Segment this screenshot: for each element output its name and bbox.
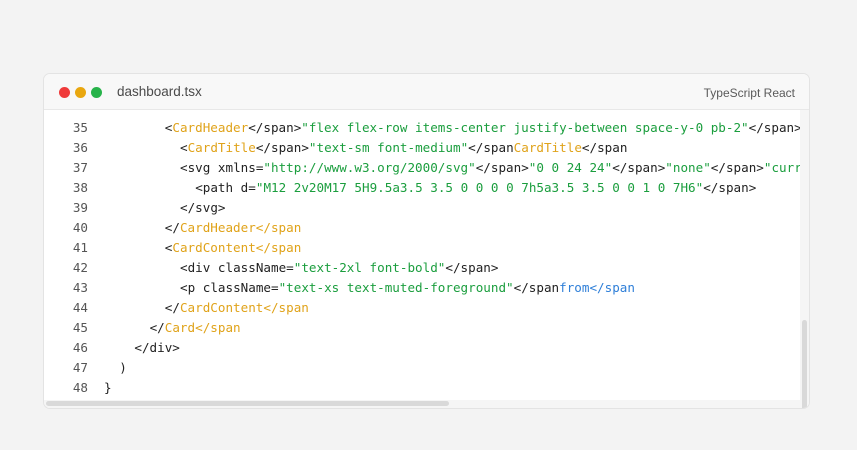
line-number: 44 — [72, 300, 88, 315]
code-token: CardTitle — [187, 140, 256, 155]
code-text: </div> — [134, 338, 180, 358]
line-number: 48 — [72, 380, 88, 395]
code-token: </span — [589, 280, 635, 295]
code-text: </svg> — [180, 198, 226, 218]
code-token: </ — [149, 320, 165, 335]
code-token: </span — [468, 140, 514, 155]
file-name: dashboard.tsx — [117, 84, 202, 99]
title-bar: dashboard.tsx TypeScript React — [44, 74, 809, 110]
code-token: from — [559, 280, 590, 295]
language-label: TypeScript React — [703, 86, 795, 100]
code-line: 39 </svg> — [44, 198, 802, 218]
code-line: 48} — [44, 378, 802, 398]
code-token: </span> — [475, 160, 529, 175]
line-number: 41 — [72, 240, 88, 255]
code-line: 38 <path d="M12 2v20M17 5H9.5a3.5 3.5 0 0… — [44, 178, 802, 198]
line-number: 45 — [72, 320, 88, 335]
code-line: 42 <div className="text-2xl font-bold"</s… — [44, 258, 802, 278]
code-token: </svg> — [180, 200, 226, 215]
close-window-button[interactable] — [59, 87, 70, 98]
code-text: <CardTitle</span>"text-sm font-medium"</… — [180, 138, 627, 158]
vertical-scrollbar[interactable] — [800, 110, 809, 408]
code-token: "text-2xl font-bold" — [293, 260, 446, 275]
code-text: </CardHeader</span — [165, 218, 302, 238]
code-token: "M12 2v20M17 5H9.5a3.5 3.5 0 0 0 0 7h5a3… — [255, 180, 704, 195]
line-number: 43 — [72, 280, 88, 295]
code-token: CardContent — [179, 300, 264, 315]
code-token: } — [104, 380, 112, 395]
line-number: 36 — [72, 140, 88, 155]
code-token: "http://www.w3.org/2000/svg" — [263, 160, 476, 175]
line-number: 46 — [72, 340, 88, 355]
code-token: </span> — [748, 120, 802, 135]
code-text: <path d="M12 2v20M17 5H9.5a3.5 3.5 0 0 0… — [195, 178, 756, 198]
code-token: CardHeader — [172, 120, 249, 135]
code-token: </span> — [710, 160, 764, 175]
code-token: "none" — [665, 160, 711, 175]
code-line: 44 </CardContent</span — [44, 298, 802, 318]
code-text: } — [104, 378, 112, 398]
code-token: CardHeader — [179, 220, 256, 235]
minimize-window-button[interactable] — [75, 87, 86, 98]
code-token: </span — [255, 220, 302, 235]
line-number: 40 — [72, 220, 88, 235]
code-token: </span — [195, 320, 241, 335]
code-token: "text-xs text-muted-foreground" — [278, 280, 514, 295]
code-text: <CardHeader</span>"flex flex-row items-c… — [165, 118, 802, 138]
vertical-scroll-thumb[interactable] — [802, 320, 807, 408]
code-line: 36 <CardTitle</span>"text-sm font-medium"… — [44, 138, 802, 158]
code-token: "text-sm font-medium" — [308, 140, 469, 155]
code-line: 40 </CardHeader</span — [44, 218, 802, 238]
code-token: Card — [164, 320, 196, 335]
code-token: </span> — [255, 140, 309, 155]
code-token: CardTitle — [513, 140, 582, 155]
maximize-window-button[interactable] — [91, 87, 102, 98]
code-token: < — [180, 140, 188, 155]
code-token: </ — [164, 220, 180, 235]
line-number: 42 — [72, 260, 88, 275]
code-text: ) — [119, 358, 127, 378]
horizontal-scroll-thumb[interactable] — [46, 401, 449, 406]
horizontal-scrollbar[interactable] — [44, 400, 802, 408]
code-text: <CardContent</span — [165, 238, 302, 258]
code-line: 45 </Card</span — [44, 318, 802, 338]
code-token: </div> — [134, 340, 180, 355]
code-token: </ — [164, 300, 180, 315]
code-line: 41 <CardContent</span — [44, 238, 802, 258]
code-token: </span — [513, 280, 560, 295]
code-token: </span> — [445, 260, 499, 275]
code-token: </span> — [248, 120, 302, 135]
code-token: </span — [263, 300, 309, 315]
code-token: <p className= — [180, 280, 279, 295]
code-window: dashboard.tsx TypeScript React 35 <CardHe… — [43, 73, 810, 409]
code-token: </span — [581, 140, 628, 155]
code-token: <svg xmlns= — [180, 160, 264, 175]
code-line: 43 <p className="text-xs text-muted-foreg… — [44, 278, 802, 298]
code-token: </span — [255, 240, 302, 255]
code-token: </span> — [612, 160, 666, 175]
code-token: </span> — [703, 180, 757, 195]
line-number: 39 — [72, 200, 88, 215]
code-token: <path d= — [195, 180, 256, 195]
code-line: 47) — [44, 358, 802, 378]
line-number: 35 — [72, 120, 88, 135]
code-token: <div className= — [180, 260, 294, 275]
code-text: <svg xmlns="http://www.w3.org/2000/svg"<… — [180, 158, 802, 178]
code-text: </Card</span — [150, 318, 241, 338]
code-line: 35 <CardHeader</span>"flex flex-row items… — [44, 118, 802, 138]
code-text: </CardContent</span — [165, 298, 309, 318]
code-text: <p className="text-xs text-muted-foregro… — [180, 278, 635, 298]
code-line: 46 </div> — [44, 338, 802, 358]
line-number: 47 — [72, 360, 88, 375]
code-text: <div className="text-2xl font-bold"</spa… — [180, 258, 498, 278]
code-token: ) — [119, 360, 127, 375]
code-token: "0 0 24 24" — [528, 160, 613, 175]
code-token: "current — [763, 160, 802, 175]
code-line: 37 <svg xmlns="http://www.w3.org/2000/svg… — [44, 158, 802, 178]
line-number: 38 — [72, 180, 88, 195]
line-number: 37 — [72, 160, 88, 175]
code-token: "flex flex-row items-center justify-betw… — [301, 120, 749, 135]
code-editor[interactable]: 35 <CardHeader</span>"flex flex-row items… — [44, 110, 802, 402]
code-token: CardContent — [172, 240, 256, 255]
